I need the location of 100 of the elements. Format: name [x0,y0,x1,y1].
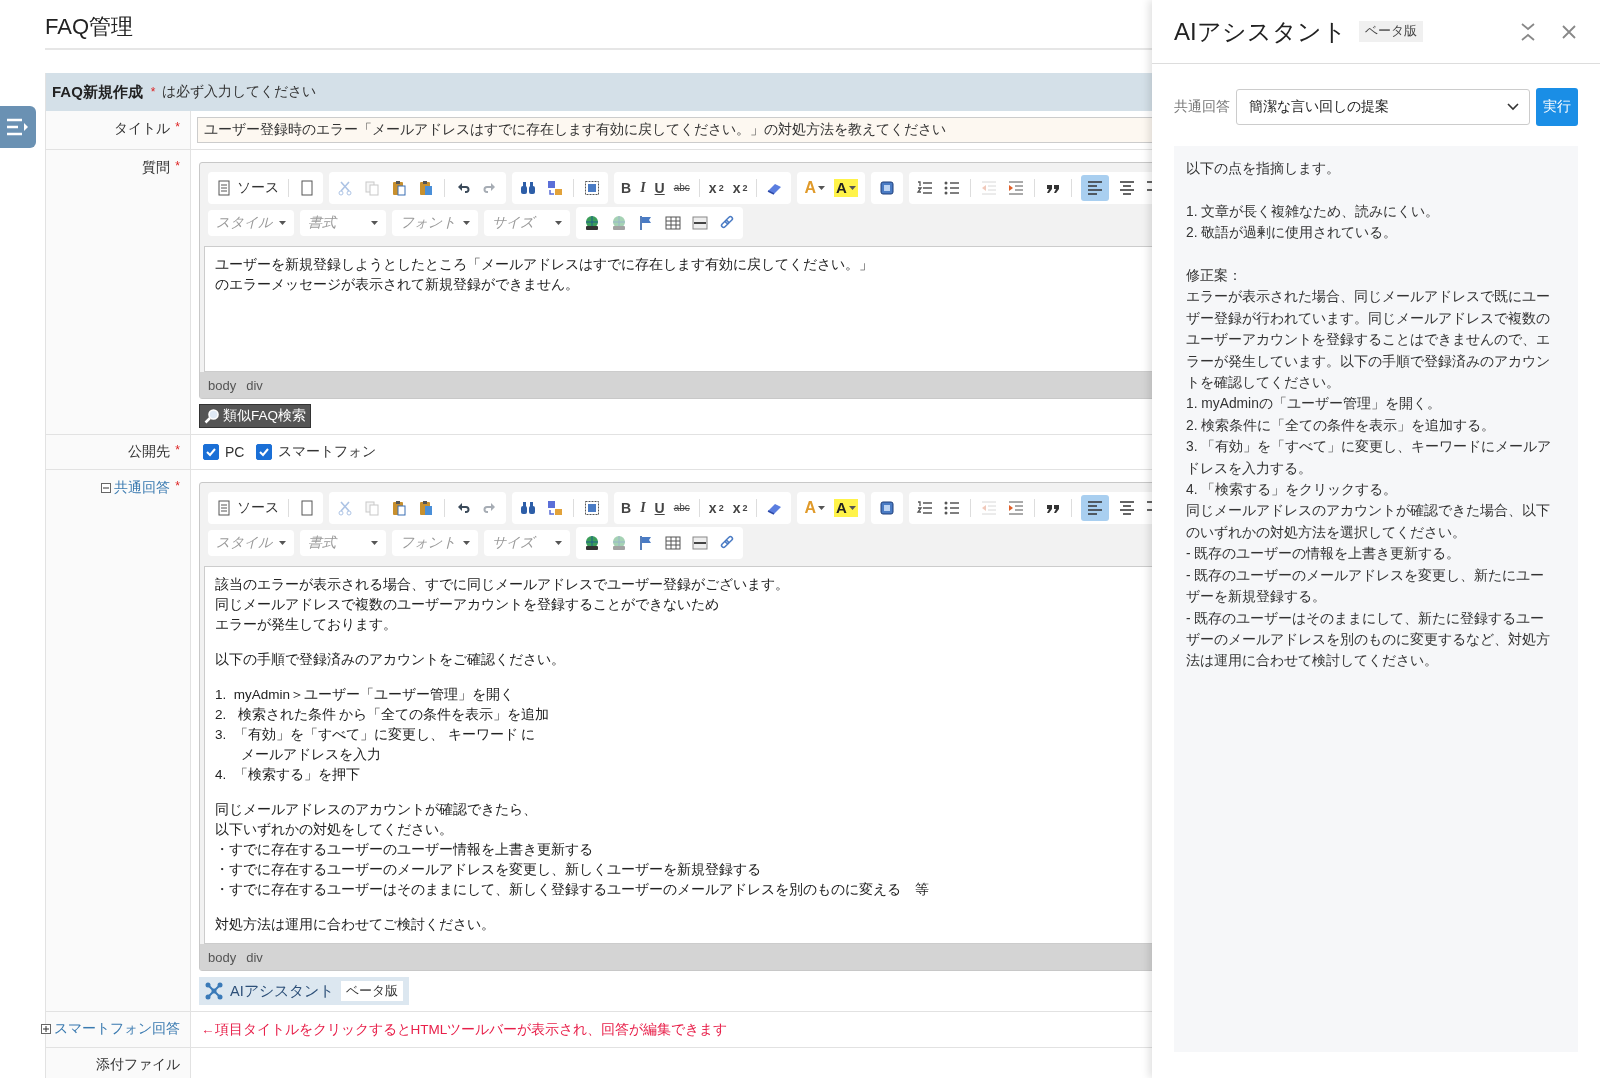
required-note: は必ず入力してください [161,83,316,101]
align-center-icon[interactable] [1117,179,1136,197]
prompt-select[interactable]: 簡潔な言い回しの提案 [1236,89,1530,125]
clipboard-icon[interactable] [390,179,408,197]
caret-icon [555,541,562,545]
beta-badge: ベータ版 [1358,21,1423,42]
response-text: 1. myAdminの「ユーザー管理」を開く。 [1186,395,1442,414]
select-all-icon[interactable] [583,499,601,517]
beta-badge: ベータ版 [340,981,403,1001]
checkbox-option[interactable]: PC [203,444,245,460]
indent-icon[interactable] [1006,179,1025,197]
align-left-icon [1085,179,1104,197]
caret-icon [371,221,378,225]
binoculars-icon[interactable] [519,499,537,517]
sidebar-toggle-button[interactable] [0,106,36,148]
chip-icon[interactable] [877,179,896,197]
required-mark: * [175,443,180,457]
numbered-list-icon[interactable] [915,179,934,197]
align-left-button[interactable] [1080,175,1109,201]
editor-content[interactable] [204,566,1152,944]
align-center-icon[interactable] [1117,499,1136,517]
globe-icon[interactable] [583,534,601,552]
response-text: - 既存のユーザーはそのままにして、新たに登録するユーザーのメールアドレスを別のものに変更するなど、対処方法は運用に合わせて検討してください。 [1186,609,1551,671]
underline-button[interactable]: U [654,179,665,197]
checkbox-option[interactable]: スマートフォン [256,443,377,461]
collapse-icon[interactable] [1520,21,1536,42]
chevron-down-icon [1507,103,1519,111]
strikethrough-button[interactable]: abc [673,179,690,197]
response-text: 2. 敬語が過剰に使用されている。 [1186,224,1399,243]
bullet-list-icon[interactable] [942,499,961,517]
checkbox[interactable] [256,444,273,460]
element-path-item[interactable]: body [208,949,237,965]
response-text: - 既存のユーザーの情報を上書き更新する。 [1186,545,1462,564]
close-icon[interactable] [1562,24,1576,39]
italic-button[interactable]: I [640,499,646,517]
editor-paragraph: 対処方法は運用に合わせてご検討ください。 [215,916,496,934]
strikethrough-button[interactable]: abc [673,499,690,517]
element-path-item[interactable]: div [246,377,263,393]
align-left-button[interactable] [1080,495,1109,521]
editor-content[interactable]: ユーザーを新規登録しようとしたところ「メールアドレスはすでに存在します有効に戻してください。」 のエラーメッセージが表示されて新規登録ができません。 [204,246,1152,372]
element-path-item[interactable]: div [246,949,263,965]
caret-icon [848,506,856,510]
response-text: 3. 「有効」を「すべて」に変更し、キーワードにメールアドレスを入力する。 [1186,438,1553,478]
clipboard-icon[interactable] [390,499,408,517]
field-label: 公開先 [128,443,171,461]
response-text: 同じメールアドレスのアカウントが確認できた場合、以下のいずれかの対処方法を選択してください。 [1186,502,1551,542]
caret-icon [463,541,470,545]
editor-paragraph: 同じメールアドレスのアカウントが確認できたら、 以下いずれかの対処をしてください。 ・すでに存在するユーザーのユーザー情報を上書き更新する ・すでに存在するユーザーのメールアドレスを変更し、新しくユーザーを新規登録する ・すでに存在するユーザーはそのままにして、新しく登録するユーザーのメールアドレスを別のものに変える 等 [215,801,930,899]
similar-faq-search-button[interactable]: 類似FAQ検索 [199,404,311,428]
highlight-color-button[interactable]: A [834,499,858,517]
response-text: 4. 「検索する」をクリックする。 [1186,481,1399,500]
superscript-button[interactable]: x$^{2}$ [732,499,748,517]
numbered-list-icon[interactable] [915,499,934,517]
italic-button[interactable]: I [640,179,646,197]
panel-title: AIアシスタント [1174,16,1347,47]
response-text: 以下の点を指摘します。 [1186,160,1341,178]
field-label[interactable]: 共通回答 [114,479,171,497]
search-icon [204,408,220,424]
table-icon[interactable] [664,534,682,552]
checkbox[interactable] [203,444,219,460]
bullet-list-icon[interactable] [942,179,961,197]
required-mark: * [150,85,156,99]
field-label: 質問 [142,159,171,177]
field-label: 共通回答 [1174,98,1230,116]
form-title: FAQ新規作成 [52,82,143,102]
bold-button[interactable]: B [621,179,632,197]
plus-box-icon[interactable] [41,1024,51,1034]
editor-paragraph: ユーザーを新規登録しようとしたところ「メールアドレスはすでに存在します有効に戻してください。」 のエラーメッセージが表示されて新規登録ができません。 [215,256,874,294]
source-button[interactable]: ソース [215,179,279,197]
editor-paragraph: 該当のエラーが表示される場合、すでに同じメールアドレスでユーザー登録がございます。 同じメールアドレスで複数のユーザーアカウントを登録することができないため エラーが発生しております。 [215,576,790,634]
caret-icon [818,186,825,190]
table-icon[interactable] [664,214,682,232]
align-left-icon [1085,499,1104,517]
binoculars-icon[interactable] [519,179,537,197]
ai-assistant-button[interactable]: AIアシスタント ベータ版 [199,977,409,1005]
field-label: 添付ファイル [96,1056,180,1074]
response-text: 2. 検索条件に「全ての条件を表示」を追加する。 [1186,416,1497,435]
caret-icon [463,221,470,225]
superscript-button[interactable]: x$^{2}$ [732,179,748,197]
response-text: エラーが表示された場合、同じメールアドレスで既にユーザー登録が行われています。同じメールアドレスで複数のユーザーアカウントを登録することはできませんので、エラーが発生しています。以下の手順で登録済みのアカウントを確認してください。 [1186,288,1551,393]
editor-paragraph: 以下の手順で登録済みのアカウントをご確認ください。 [215,651,566,669]
response-text: 修正案： [1186,267,1243,285]
element-path-item[interactable]: body [208,377,237,393]
caret-icon [371,541,378,545]
rich-text-editor[interactable] [199,482,1152,971]
indent-icon[interactable] [1006,499,1025,517]
underline-button[interactable]: U [654,499,665,517]
response-text: 1. 文章が長く複雑なため、読みにくい。 [1186,202,1441,221]
caret-icon [555,221,562,225]
field-label: タイトル [114,120,171,138]
bold-button[interactable]: B [621,499,632,517]
source-button[interactable]: ソース [215,499,279,517]
select-all-icon[interactable] [583,179,601,197]
chip-icon[interactable] [877,499,896,517]
minus-box-icon[interactable] [101,483,112,493]
required-mark: * [175,120,180,134]
title-field[interactable]: ユーザー登録時のエラー「メールアドレスはすでに存在します有効に戻してください。」の対処方法を教えてください [197,117,1152,143]
section-toggle[interactable]: 共通回答 [101,479,171,497]
highlight-color-button[interactable]: A [834,179,858,197]
globe-icon[interactable] [583,214,601,232]
